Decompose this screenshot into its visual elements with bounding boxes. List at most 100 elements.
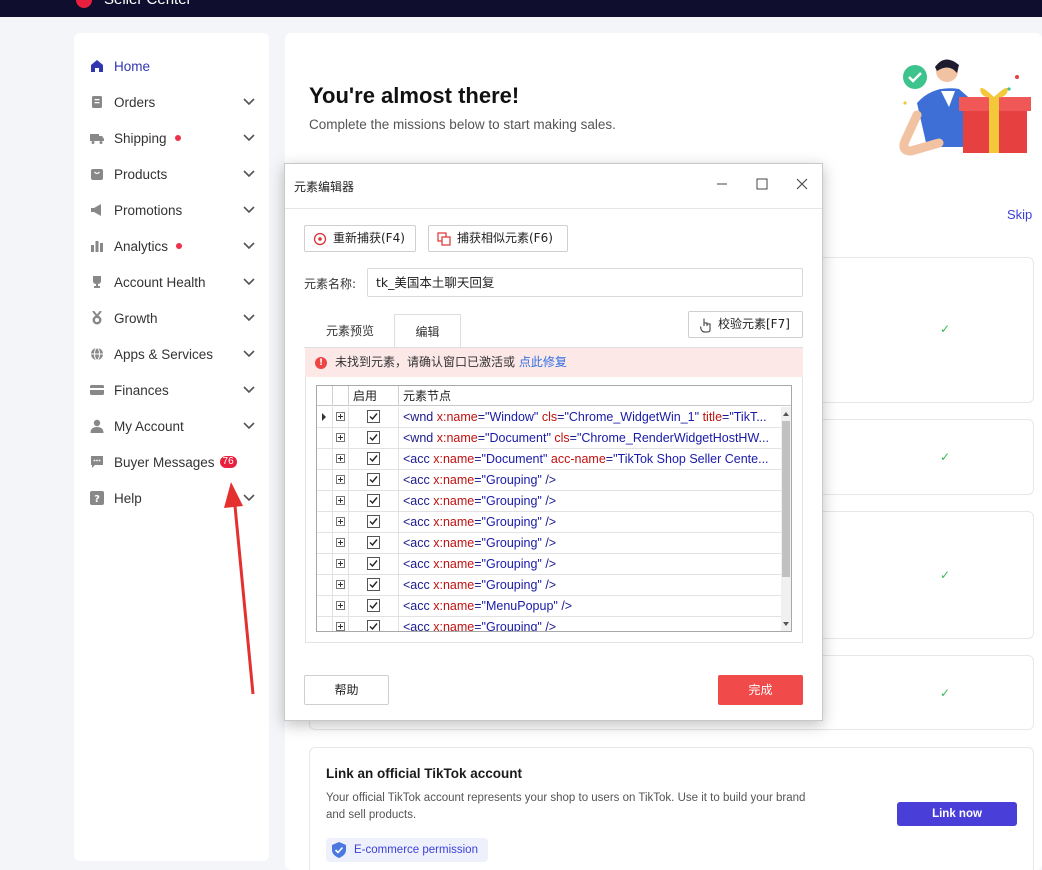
checkmark-icon (369, 497, 378, 505)
globe-icon (90, 347, 104, 361)
enabled-checkbox[interactable] (367, 578, 380, 591)
sidebar-item-products[interactable]: Products (74, 160, 269, 188)
svg-text:?: ? (94, 494, 100, 505)
tree-row[interactable]: <acc x:name="MenuPopup" /> (317, 596, 782, 617)
tree-row[interactable]: <wnd x:name="Window" cls="Chrome_WidgetW… (317, 407, 782, 428)
truck-icon (90, 131, 104, 145)
checkmark-icon (369, 602, 378, 610)
sidebar-item-label: Finances (114, 382, 169, 398)
checkmark-icon (369, 539, 378, 547)
minimize-button[interactable] (711, 173, 733, 195)
checkmark-icon (369, 455, 378, 463)
tab-element-preview[interactable]: 元素预览 (315, 314, 385, 348)
sidebar-item-label: Help (114, 490, 142, 506)
scroll-down-icon[interactable] (783, 622, 789, 626)
tree-row[interactable]: <acc x:name="Grouping" /> (317, 554, 782, 575)
top-bar: Seller Center (0, 0, 1042, 17)
vertical-scrollbar[interactable] (781, 407, 791, 631)
sidebar-item-analytics[interactable]: Analytics (74, 232, 269, 260)
close-button[interactable] (791, 173, 813, 195)
sidebar-item-promotions[interactable]: Promotions (74, 196, 269, 224)
chevron-down-icon (243, 422, 255, 430)
tree-row[interactable]: <acc x:name="Document" acc-name="TikTok … (317, 449, 782, 470)
verify-element-button[interactable]: 校验元素[F7] (688, 311, 803, 338)
tree-row[interactable]: <wnd x:name="Document" cls="Chrome_Rende… (317, 428, 782, 449)
sidebar-item-label: Orders (114, 94, 156, 110)
divider (285, 208, 822, 209)
enabled-checkbox[interactable] (367, 494, 380, 507)
tree-row[interactable]: <acc x:name="Grouping" /> (317, 470, 782, 491)
scroll-thumb[interactable] (782, 421, 790, 577)
sidebar-item-shipping[interactable]: Shipping (74, 124, 269, 152)
fix-link[interactable]: 点此修复 (519, 355, 567, 369)
bar-chart-icon (90, 239, 104, 253)
check-icon: ✓ (940, 686, 951, 700)
minimize-icon (717, 183, 727, 185)
enabled-checkbox[interactable] (367, 620, 380, 631)
sidebar-item-orders[interactable]: Orders (74, 88, 269, 116)
enabled-checkbox[interactable] (367, 599, 380, 612)
sidebar-item-account-health[interactable]: Account Health (74, 268, 269, 296)
annotation-arrow (224, 482, 255, 695)
recapture-button[interactable]: 重新捕获(F4) (304, 225, 416, 252)
tree-row[interactable]: <acc x:name="Grouping" /> (317, 575, 782, 596)
grid-header: 启用 元素节点 (317, 386, 791, 406)
tab-edit[interactable]: 编辑 (394, 314, 461, 348)
done-button[interactable]: 完成 (718, 675, 803, 705)
expand-icon[interactable] (336, 433, 345, 442)
tree-row[interactable]: <acc x:name="Grouping" /> (317, 617, 782, 631)
element-node-text: <acc x:name="Grouping" /> (403, 578, 557, 592)
element-node-text: <acc x:name="Grouping" /> (403, 536, 557, 550)
help-button[interactable]: 帮助 (304, 675, 389, 705)
link-now-button[interactable]: Link now (897, 802, 1017, 826)
scroll-up-icon[interactable] (783, 412, 789, 416)
enabled-checkbox[interactable] (367, 410, 380, 423)
card-description: Your official TikTok account represents … (326, 792, 806, 821)
tree-row[interactable]: <acc x:name="Grouping" /> (317, 533, 782, 554)
sidebar-item-label: Promotions (114, 202, 183, 218)
sidebar-item-label: Home (114, 58, 151, 74)
ecommerce-permission-tag: E-commerce permission (326, 838, 488, 862)
brand-name: Seller Center (104, 0, 192, 8)
maximize-button[interactable] (751, 173, 773, 195)
expand-icon[interactable] (336, 601, 345, 610)
sidebar-item-my-account[interactable]: My Account (74, 412, 269, 440)
expand-icon[interactable] (336, 559, 345, 568)
enabled-checkbox[interactable] (367, 452, 380, 465)
sidebar-item-home[interactable]: Home (74, 52, 269, 80)
element-name-input[interactable]: tk_美国本土聊天回复 (367, 268, 803, 297)
error-banner: ! 未找到元素，请确认窗口已激活或 点此修复 (305, 348, 803, 377)
element-node-text: <acc x:name="MenuPopup" /> (403, 599, 573, 613)
enabled-checkbox[interactable] (367, 515, 380, 528)
capture-similar-button[interactable]: 捕获相似元素(F6) (428, 225, 568, 252)
expand-icon[interactable] (336, 496, 345, 505)
expand-icon[interactable] (336, 517, 345, 526)
enabled-checkbox[interactable] (367, 473, 380, 486)
sidebar-item-buyer-messages[interactable]: Buyer Messages 76 (74, 448, 269, 476)
current-row-indicator-icon (322, 413, 326, 421)
enabled-checkbox[interactable] (367, 557, 380, 570)
sidebar-item-growth[interactable]: Growth (74, 304, 269, 332)
chevron-down-icon (243, 350, 255, 358)
home-icon (90, 59, 104, 73)
tree-row[interactable]: <acc x:name="Grouping" /> (317, 512, 782, 533)
enabled-checkbox[interactable] (367, 536, 380, 549)
element-node-text: <wnd x:name="Document" cls="Chrome_Rende… (403, 431, 769, 445)
expand-icon[interactable] (336, 475, 345, 484)
element-node-text: <acc x:name="Grouping" /> (403, 557, 557, 571)
checkmark-icon (369, 581, 378, 589)
expand-icon[interactable] (336, 412, 345, 421)
element-editor-dialog: 元素编辑器 重新捕获(F4) 捕获相似元素(F6) 元素名称: tk_美国本土聊… (284, 163, 823, 721)
expand-icon[interactable] (336, 622, 345, 631)
expand-icon[interactable] (336, 454, 345, 463)
skip-link[interactable]: Skip (1007, 207, 1032, 222)
expand-icon[interactable] (336, 538, 345, 547)
error-icon: ! (315, 357, 327, 369)
enabled-checkbox[interactable] (367, 431, 380, 444)
sidebar-item-apps-services[interactable]: Apps & Services (74, 340, 269, 368)
chevron-down-icon (243, 170, 255, 178)
close-icon (796, 178, 808, 190)
tree-row[interactable]: <acc x:name="Grouping" /> (317, 491, 782, 512)
expand-icon[interactable] (336, 580, 345, 589)
sidebar-item-finances[interactable]: Finances (74, 376, 269, 404)
